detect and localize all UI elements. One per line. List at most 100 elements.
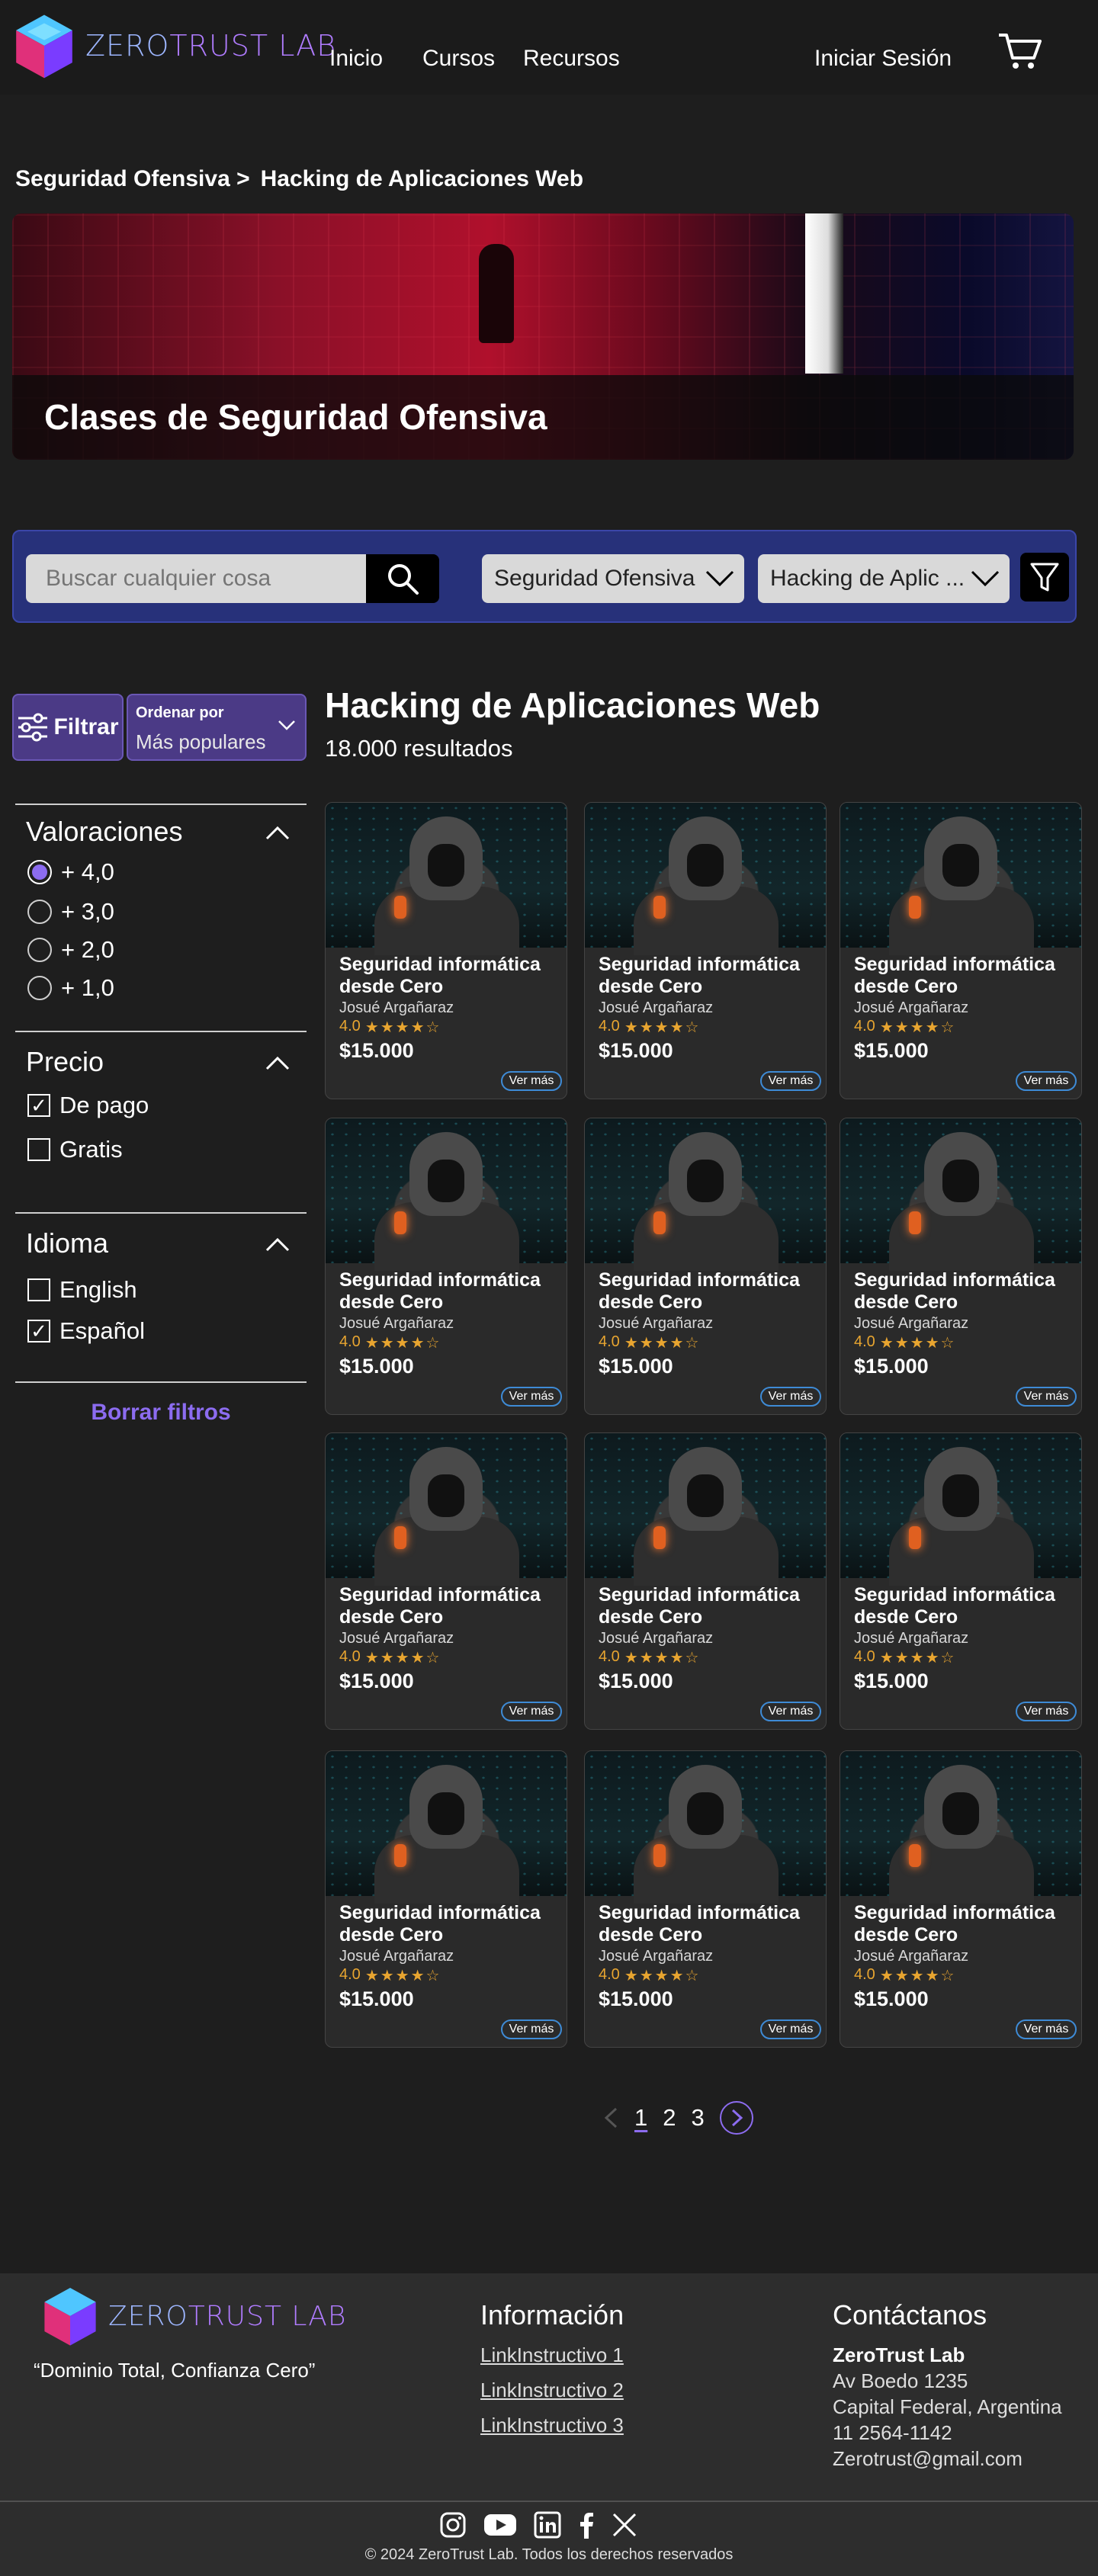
filter-toggle-button[interactable]: Filtrar (12, 694, 124, 761)
chevron-up-icon[interactable] (265, 1057, 290, 1070)
course-card[interactable]: Seguridad informática desde Cero Josué Ar… (584, 1750, 827, 2048)
filter-apply-button[interactable] (1020, 553, 1069, 601)
course-card[interactable]: Seguridad informática desde Cero Josué Ar… (325, 802, 567, 1099)
course-title[interactable]: Seguridad informática desde Cero (339, 1902, 560, 1946)
course-thumbnail[interactable] (585, 1433, 826, 1586)
see-more-button[interactable]: Ver más (760, 1071, 821, 1091)
course-thumbnail[interactable] (326, 803, 567, 955)
login-link[interactable]: Iniciar Sesión (814, 46, 952, 72)
page-2[interactable]: 2 (663, 2104, 676, 2132)
radio-button[interactable] (27, 976, 52, 1000)
course-title[interactable]: Seguridad informática desde Cero (599, 1269, 820, 1314)
clear-filters-button[interactable]: Borrar filtros (15, 1400, 307, 1426)
see-more-button[interactable]: Ver más (501, 1071, 562, 1091)
breadcrumb-parent[interactable]: Seguridad Ofensiva > (15, 166, 250, 192)
course-card[interactable]: Seguridad informática desde Cero Josué Ar… (325, 1432, 567, 1730)
see-more-button[interactable]: Ver más (1016, 1071, 1077, 1091)
course-thumbnail[interactable] (585, 1751, 826, 1904)
course-title[interactable]: Seguridad informática desde Cero (599, 954, 820, 998)
page-3[interactable]: 3 (692, 2104, 705, 2132)
language-option-english[interactable]: English (27, 1276, 137, 1304)
nav-inicio[interactable]: Inicio (329, 46, 383, 72)
course-title[interactable]: Seguridad informática desde Cero (599, 1584, 820, 1628)
youtube-icon[interactable] (483, 2512, 517, 2538)
instagram-icon[interactable] (439, 2511, 467, 2539)
see-more-button[interactable]: Ver más (501, 1387, 562, 1407)
checkbox-checked[interactable]: ✓ (27, 1320, 50, 1343)
course-card[interactable]: Seguridad informática desde Cero Josué Ar… (840, 1432, 1082, 1730)
course-thumbnail[interactable] (840, 1751, 1081, 1904)
course-card[interactable]: Seguridad informática desde Cero Josué Ar… (325, 1118, 567, 1415)
course-thumbnail[interactable] (585, 803, 826, 955)
course-card[interactable]: Seguridad informática desde Cero Josué Ar… (840, 1750, 1082, 2048)
see-more-button[interactable]: Ver más (760, 2019, 821, 2039)
course-title[interactable]: Seguridad informática desde Cero (854, 1269, 1075, 1314)
nav-recursos[interactable]: Recursos (523, 46, 620, 72)
checkbox-checked[interactable]: ✓ (27, 1094, 50, 1117)
rating-option-3[interactable]: + 3,0 (27, 898, 114, 925)
rating-option-2[interactable]: + 2,0 (27, 936, 114, 964)
see-more-button[interactable]: Ver más (1016, 1387, 1077, 1407)
radio-button[interactable] (27, 900, 52, 924)
course-thumbnail[interactable] (326, 1118, 567, 1271)
facebook-icon[interactable] (578, 2511, 595, 2539)
course-title[interactable]: Seguridad informática desde Cero (854, 954, 1075, 998)
price-option-paid[interactable]: ✓ De pago (27, 1092, 149, 1119)
x-twitter-icon[interactable] (612, 2512, 637, 2538)
footer-link-2[interactable]: LinkInstructivo 2 (480, 2379, 624, 2402)
see-more-button[interactable]: Ver más (1016, 2019, 1077, 2039)
course-title[interactable]: Seguridad informática desde Cero (339, 954, 560, 998)
course-card[interactable]: Seguridad informática desde Cero Josué Ar… (584, 1432, 827, 1730)
price-option-free[interactable]: Gratis (27, 1136, 123, 1163)
subcategory-select-value: Hacking de Aplic ... (770, 566, 965, 591)
course-thumbnail[interactable] (326, 1433, 567, 1586)
logo[interactable]: ZEROTRUST LAB (9, 11, 336, 81)
search-input[interactable] (26, 554, 377, 603)
course-thumbnail[interactable] (840, 1433, 1081, 1586)
radio-button[interactable] (27, 938, 52, 962)
footer-link-1[interactable]: LinkInstructivo 1 (480, 2343, 624, 2367)
checkbox[interactable] (27, 1138, 50, 1161)
course-card[interactable]: Seguridad informática desde Cero Josué Ar… (840, 802, 1082, 1099)
chevron-up-icon[interactable] (265, 1238, 290, 1252)
see-more-button[interactable]: Ver más (501, 1702, 562, 1721)
footer-link-3[interactable]: LinkInstructivo 3 (480, 2414, 624, 2437)
see-more-button[interactable]: Ver más (760, 1702, 821, 1721)
course-card[interactable]: Seguridad informática desde Cero Josué Ar… (840, 1118, 1082, 1415)
see-more-button[interactable]: Ver más (760, 1387, 821, 1407)
course-thumbnail[interactable] (840, 803, 1081, 955)
see-more-button[interactable]: Ver más (1016, 1702, 1077, 1721)
checkbox[interactable] (27, 1278, 50, 1301)
course-card[interactable]: Seguridad informática desde Cero Josué Ar… (325, 1750, 567, 2048)
see-more-button[interactable]: Ver más (501, 2019, 562, 2039)
chevron-left-icon[interactable] (602, 2106, 619, 2129)
course-title[interactable]: Seguridad informática desde Cero (599, 1902, 820, 1946)
nav-cursos[interactable]: Cursos (422, 46, 495, 72)
course-thumbnail[interactable] (840, 1118, 1081, 1271)
course-title[interactable]: Seguridad informática desde Cero (339, 1584, 560, 1628)
next-page-button[interactable] (719, 2101, 753, 2135)
page-1[interactable]: 1 (634, 2104, 647, 2132)
course-title[interactable]: Seguridad informática desde Cero (854, 1902, 1075, 1946)
course-title[interactable]: Seguridad informática desde Cero (854, 1584, 1075, 1628)
language-option-spanish[interactable]: ✓ Español (27, 1317, 145, 1345)
contact-email[interactable]: Zerotrust@gmail.com (833, 2447, 1023, 2471)
radio-button[interactable] (27, 860, 52, 884)
course-card[interactable]: Seguridad informática desde Cero Josué Ar… (584, 802, 827, 1099)
subcategory-select[interactable]: Hacking de Aplic ... (758, 554, 1010, 603)
course-card[interactable]: Seguridad informática desde Cero Josué Ar… (584, 1118, 827, 1415)
rating-option-1[interactable]: + 1,0 (27, 974, 114, 1002)
course-title[interactable]: Seguridad informática desde Cero (339, 1269, 560, 1314)
search-button[interactable] (366, 554, 439, 603)
footer-logo[interactable]: ZEROTRUST LAB (38, 2284, 347, 2348)
thumbnail-hacker-face (942, 1160, 979, 1202)
linkedin-icon[interactable] (534, 2511, 561, 2539)
rating-option-4[interactable]: + 4,0 (27, 858, 114, 886)
cart-icon[interactable] (997, 30, 1043, 73)
course-thumbnail[interactable] (326, 1751, 567, 1904)
course-thumbnail[interactable] (585, 1118, 826, 1271)
chevron-up-icon[interactable] (265, 826, 290, 840)
sort-select[interactable]: Ordenar por Más populares (127, 694, 307, 761)
category-select[interactable]: Seguridad Ofensiva (482, 554, 744, 603)
course-price: $15.000 (854, 1355, 929, 1378)
